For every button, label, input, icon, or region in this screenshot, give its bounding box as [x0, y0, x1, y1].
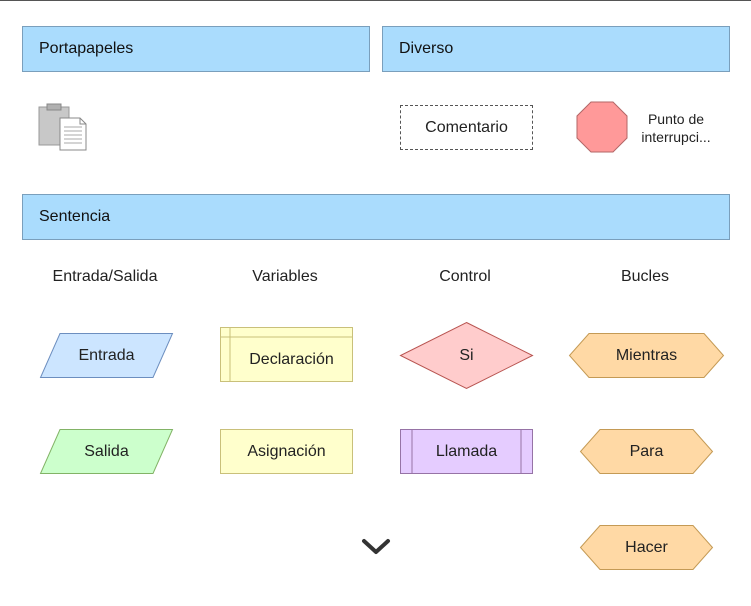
panel-clipboard-title: Portapapeles [39, 40, 134, 57]
declaration-shape[interactable] [220, 327, 353, 382]
breakpoint-label-text: Punto de interrupci... [641, 111, 711, 145]
column-variables: Variables [210, 266, 360, 288]
top-border [0, 0, 751, 1]
chevron-down-icon[interactable] [361, 537, 391, 557]
for-shape[interactable] [579, 429, 714, 474]
column-io-label: Entrada/Salida [52, 268, 158, 285]
panel-statement-title: Sentencia [39, 208, 111, 225]
column-io: Entrada/Salida [30, 266, 180, 288]
assignment-label: Asignación [247, 442, 326, 460]
call-shape[interactable] [400, 429, 533, 474]
column-control: Control [390, 266, 540, 288]
while-shape[interactable] [568, 333, 725, 378]
output-shape[interactable] [39, 429, 174, 474]
comment-shape[interactable]: Comentario [400, 105, 533, 150]
input-shape[interactable] [39, 333, 174, 378]
column-variables-label: Variables [252, 268, 318, 285]
clipboard-paste-icon[interactable] [38, 103, 88, 151]
column-control-label: Control [439, 268, 491, 285]
comment-label: Comentario [425, 118, 508, 136]
breakpoint-shape[interactable] [576, 101, 628, 153]
if-shape[interactable] [399, 321, 534, 390]
panel-clipboard[interactable]: Portapapeles [22, 26, 370, 72]
column-loops: Bucles [570, 266, 720, 288]
breakpoint-label: Punto de interrupci... [632, 108, 720, 148]
column-loops-label: Bucles [620, 268, 670, 285]
panel-misc-title: Diverso [399, 40, 454, 57]
assignment-shape[interactable]: Asignación [220, 429, 353, 474]
panel-statement[interactable]: Sentencia [22, 194, 730, 240]
do-shape[interactable] [579, 525, 714, 570]
panel-misc[interactable]: Diverso [382, 26, 730, 72]
